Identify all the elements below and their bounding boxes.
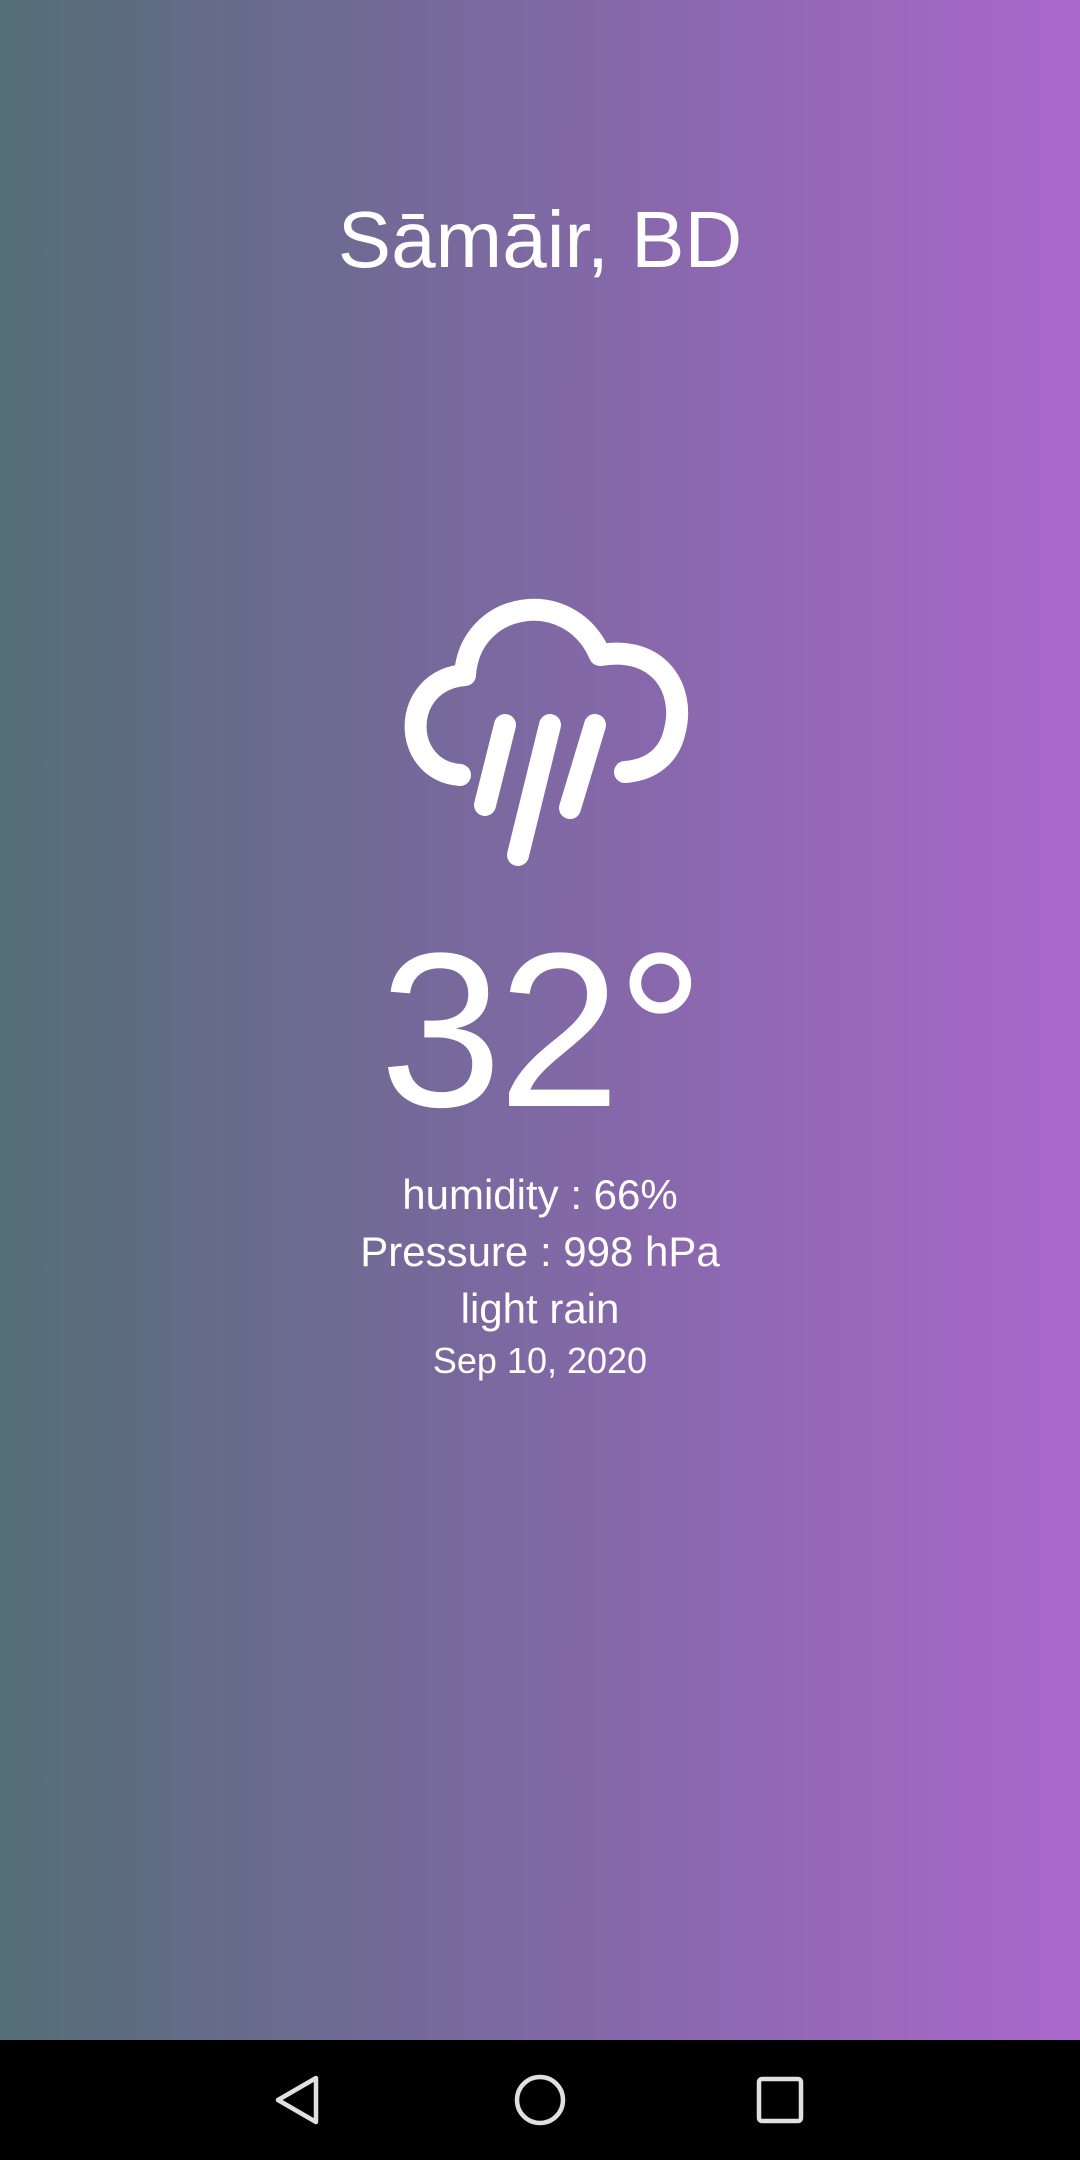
humidity-label: humidity : 66%: [402, 1171, 678, 1218]
date-label: Sep 10, 2020: [432, 1340, 648, 1381]
back-button[interactable]: [260, 2060, 340, 2140]
recents-button[interactable]: [740, 2060, 820, 2140]
rain-cloud-icon: [404, 598, 689, 866]
back-triangle-icon: [275, 2075, 319, 2125]
screen: Sāmāir, BD 32° humidity : 66% Pressure :…: [0, 0, 1080, 2160]
pressure-label: Pressure : 998 hPa: [360, 1228, 720, 1275]
city-title: Sāmāir, BD: [337, 195, 743, 284]
home-button[interactable]: [500, 2060, 580, 2140]
weather-description: light rain: [460, 1285, 620, 1332]
home-circle-icon: [514, 2074, 566, 2126]
temperature: 32°: [379, 907, 705, 1153]
system-navigation-bar: [0, 2040, 1080, 2160]
weather-screen: Sāmāir, BD 32° humidity : 66% Pressure :…: [0, 0, 1080, 2040]
recents-square-icon: [756, 2076, 804, 2124]
